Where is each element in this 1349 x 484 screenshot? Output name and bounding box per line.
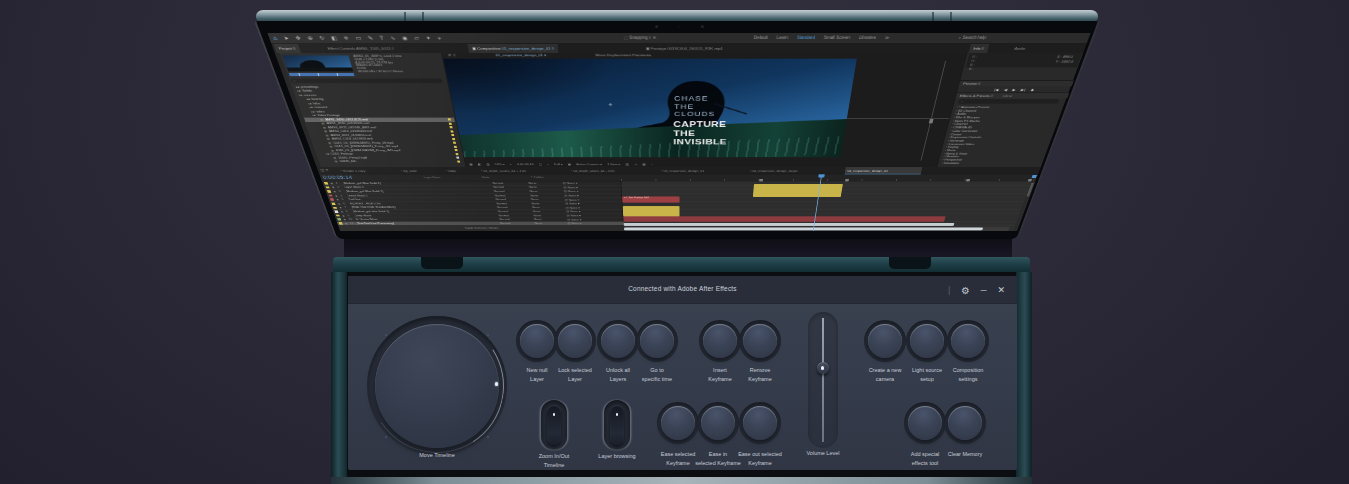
laptop-screen: ⌂➤✥⊕↻◧✛▭✎T∿◉▱✦⌖ ⬚ Snapping ⌇ ✕ DefaultLe… (254, 21, 1100, 239)
move-timeline-dial[interactable] (367, 316, 507, 456)
settings-gear-icon[interactable]: ⚙ (961, 285, 970, 296)
screenpad-app: Connected with Adobe After Effects | ⚙ ─… (348, 276, 1017, 470)
close-icon[interactable]: ✕ (997, 285, 1005, 295)
volume-slider[interactable] (800, 312, 846, 458)
laptop-deck: Connected with Adobe After Effects | ⚙ ─… (331, 272, 1032, 484)
knob-label: Composition settings (934, 366, 1002, 383)
volume-thumb[interactable] (817, 362, 829, 374)
knob-label: Ease out selected Keyframe (726, 450, 794, 467)
deck-front-edge (331, 477, 1032, 484)
knob-label: Go to specific time (623, 366, 691, 383)
connection-status: Connected with Adobe After Effects (348, 285, 1017, 292)
knob-label: Clear Memory (931, 450, 999, 459)
after-effects-ui: ⌂➤✥⊕↻◧✛▭✎T∿◉▱✦⌖ ⬚ Snapping ⌇ ✕ DefaultLe… (267, 33, 1090, 231)
volume-label: Volume Level (793, 450, 853, 456)
toggle-label: Zoom In/Out Timeline (520, 452, 588, 469)
separator: | (948, 285, 950, 295)
screenpad-header: Connected with Adobe After Effects | ⚙ ─… (348, 276, 1017, 304)
hinge-cutout (889, 257, 931, 269)
hinge-cutout (421, 257, 463, 269)
dial-label: Move Timeline (377, 452, 497, 458)
toggle-label: Layer browsing (583, 452, 651, 461)
knob-label: Remove Keyframe (726, 366, 794, 383)
minimize-icon[interactable]: ─ (981, 286, 987, 295)
scene: ⌂➤✥⊕↻◧✛▭✎T∿◉▱✦⌖ ⬚ Snapping ⌇ ✕ DefaultLe… (0, 0, 1349, 484)
